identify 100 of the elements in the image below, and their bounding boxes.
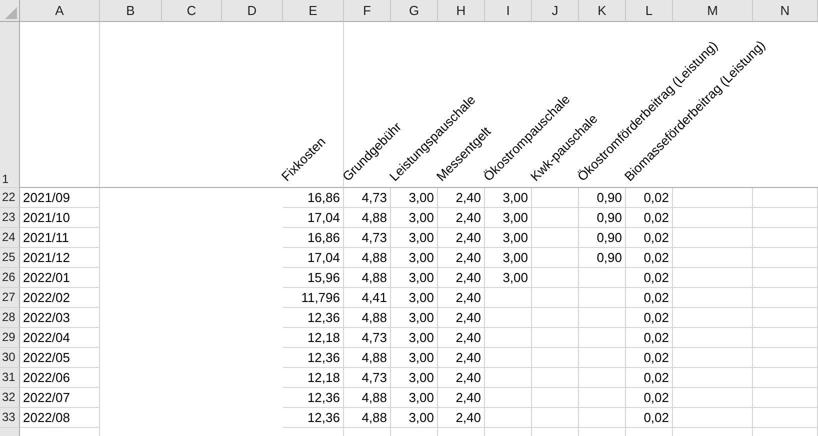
table-cell — [532, 248, 579, 268]
table-cell: 3,00 — [391, 308, 438, 328]
table-cell: 2,40 — [438, 228, 485, 248]
table-cell — [753, 208, 818, 228]
row-header[interactable]: 27 — [0, 288, 20, 308]
table-cell: 0,02 — [626, 208, 673, 228]
table-cell — [753, 388, 818, 408]
column-header[interactable]: L — [626, 0, 673, 22]
column-header[interactable]: C — [162, 0, 222, 22]
table-cell: 3,00 — [391, 348, 438, 368]
table-cell: 16,86 — [283, 188, 344, 208]
table-cell — [485, 328, 532, 348]
row-header[interactable]: 23 — [0, 208, 20, 228]
table-cell: 3,00 — [391, 388, 438, 408]
table-cell — [532, 308, 579, 328]
row-header[interactable]: 22 — [0, 188, 20, 208]
table-cell: 0,90 — [579, 208, 626, 228]
table-cell: 2,40 — [438, 368, 485, 388]
row-header[interactable]: 25 — [0, 248, 20, 268]
table-cell — [485, 348, 532, 368]
column-header[interactable]: E — [283, 0, 344, 22]
table-cell: 3,00 — [391, 368, 438, 388]
table-cell: 2,40 — [438, 208, 485, 228]
table-cell — [753, 268, 818, 288]
table-cell: 3,00 — [485, 268, 532, 288]
table-cell — [579, 348, 626, 368]
table-cell: 0,02 — [626, 308, 673, 328]
table-cell: 0,02 — [626, 188, 673, 208]
table-cell: 2,40 — [438, 268, 485, 288]
table-cell — [753, 408, 818, 428]
table-cell: 2021/11 — [20, 228, 100, 248]
table-cell: 4,88 — [344, 248, 391, 268]
table-cell — [753, 348, 818, 368]
table-cell: 4,73 — [344, 228, 391, 248]
table-cell: 4,88 — [344, 408, 391, 428]
table-cell: 2,40 — [438, 408, 485, 428]
select-all-button[interactable] — [0, 0, 20, 22]
column-header[interactable]: N — [753, 0, 818, 22]
table-cell: 4,88 — [344, 208, 391, 228]
table-cell — [753, 328, 818, 348]
column-header[interactable]: D — [222, 0, 283, 22]
table-cell: 0,02 — [626, 388, 673, 408]
table-cell — [579, 308, 626, 328]
table-cell: 2022/07 — [20, 388, 100, 408]
table-cell — [579, 328, 626, 348]
column-header[interactable]: H — [438, 0, 485, 22]
table-cell — [753, 368, 818, 388]
table-cell: 2022/04 — [20, 328, 100, 348]
table-cell: 11,796 — [283, 288, 344, 308]
table-cell — [532, 368, 579, 388]
table-cell: 3,00 — [485, 208, 532, 228]
table-cell — [485, 308, 532, 328]
row-header[interactable]: 29 — [0, 328, 20, 348]
table-cell: 2021/12 — [20, 248, 100, 268]
column-header[interactable]: I — [485, 0, 532, 22]
table-cell: 4,88 — [344, 308, 391, 328]
column-header[interactable]: G — [391, 0, 438, 22]
table-cell: 0,02 — [626, 288, 673, 308]
row-header[interactable]: 26 — [0, 268, 20, 288]
column-header[interactable]: B — [100, 0, 162, 22]
table-cell: 2,40 — [438, 188, 485, 208]
table-cell: 0,90 — [579, 228, 626, 248]
column-header[interactable]: M — [673, 0, 753, 22]
column-header[interactable]: K — [579, 0, 626, 22]
row-header[interactable]: 24 — [0, 228, 20, 248]
table-cell: 2,40 — [438, 308, 485, 328]
table-cell: 3,00 — [485, 248, 532, 268]
row-header[interactable]: 33 — [0, 408, 20, 428]
table-cell: 12,36 — [283, 308, 344, 328]
table-cell: 2022/03 — [20, 308, 100, 328]
table-cell: 2,40 — [438, 388, 485, 408]
row-header[interactable]: 1 — [0, 22, 20, 188]
table-cell: 17,04 — [283, 208, 344, 228]
table-cell: 2022/01 — [20, 268, 100, 288]
column-header[interactable]: A — [20, 0, 100, 22]
table-cell: 4,88 — [344, 348, 391, 368]
row-header[interactable]: 30 — [0, 348, 20, 368]
row-header[interactable]: 32 — [0, 388, 20, 408]
table-cell — [753, 248, 818, 268]
table-cell — [532, 328, 579, 348]
table-cell: 2021/09 — [20, 188, 100, 208]
row-header[interactable]: 31 — [0, 368, 20, 388]
table-cell: 12,18 — [283, 328, 344, 348]
column-header[interactable]: J — [532, 0, 579, 22]
table-cell — [753, 228, 818, 248]
column-header[interactable]: F — [344, 0, 391, 22]
table-cell: 3,00 — [391, 188, 438, 208]
table-cell: 0,02 — [626, 328, 673, 348]
table-cell: 0,02 — [626, 228, 673, 248]
table-cell: 17,04 — [283, 248, 344, 268]
table-cell: 12,18 — [283, 368, 344, 388]
table-cell: 2,40 — [438, 328, 485, 348]
row-header[interactable]: 28 — [0, 308, 20, 328]
table-cell — [485, 288, 532, 308]
table-cell — [753, 308, 818, 328]
table-cell — [753, 188, 818, 208]
table-cell — [485, 368, 532, 388]
table-cell: 0,02 — [626, 368, 673, 388]
table-cell: 0,90 — [579, 188, 626, 208]
table-cell: 0,02 — [626, 248, 673, 268]
